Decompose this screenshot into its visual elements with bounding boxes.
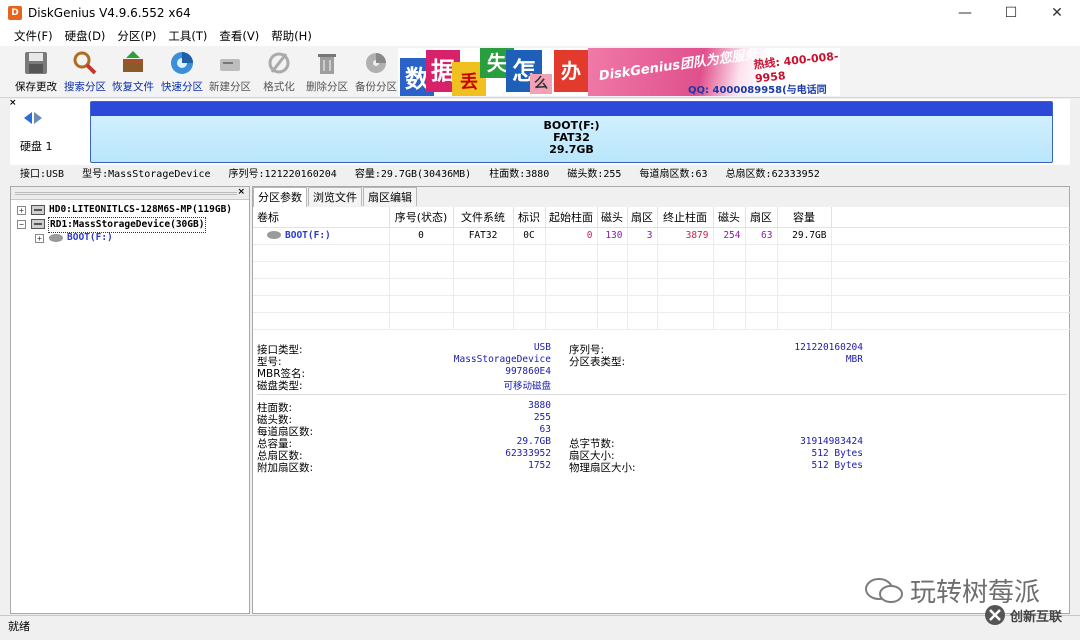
table-row [253, 244, 1071, 262]
toolbar-label: 新建分区 [209, 81, 251, 93]
delete-partition-button[interactable]: 删除分区 [304, 50, 350, 96]
close-button[interactable]: ✕ [1034, 0, 1080, 26]
close-icon[interactable]: × [237, 187, 245, 197]
banner-qq: QQ: 4000089958(与电话同号) [688, 85, 827, 96]
info-model: 型号:MassStorageDevice [82, 169, 211, 180]
toolbar-label: 快速分区 [161, 81, 203, 93]
app-window: D DiskGenius V4.9.6.552 x64 — ☐ ✕ 文件(F) … [0, 0, 1080, 640]
info-heads: 磁头数:255 [567, 169, 622, 180]
col-header[interactable]: 终止柱面 [657, 207, 714, 228]
format-button[interactable]: 格式化 [256, 50, 302, 96]
table-row [253, 295, 1071, 313]
partition-bar[interactable]: BOOT(F:) FAT32 29.7GB [90, 101, 1053, 163]
table-row [253, 312, 1071, 330]
tab-sector-edit[interactable]: 扇区编辑 [363, 187, 417, 206]
tree-item-rd1[interactable]: − RD1:MassStorageDevice(30GB) [11, 217, 249, 233]
col-header[interactable]: 磁头 [597, 207, 628, 228]
save-changes-button[interactable]: 保存更改 [13, 50, 59, 96]
close-icon[interactable]: × [9, 98, 17, 108]
col-header[interactable]: 标识 [513, 207, 546, 228]
watermark-logo: 创新互联 [984, 604, 1062, 626]
menu-bar: 文件(F) 硬盘(D) 分区(P) 工具(T) 查看(V) 帮助(H) [0, 26, 1080, 46]
toolbar-label: 搜索分区 [64, 81, 106, 93]
col-header[interactable]: 扇区 [745, 207, 778, 228]
new-partition-icon [220, 59, 240, 71]
toolbar-label: 备份分区 [355, 81, 397, 93]
tab-browse-files[interactable]: 浏览文件 [308, 187, 362, 206]
expand-icon[interactable]: + [35, 234, 44, 243]
partition-detail-panel: 分区参数 浏览文件 扇区编辑 卷标 序号(状态) 文件系统 标识 起始柱面 磁头… [252, 186, 1071, 614]
status-text: 就绪 [8, 620, 30, 633]
tree-item-boot[interactable]: + BOOT(F:) [11, 231, 249, 245]
banner-char: 办 [554, 50, 588, 92]
partition-icon [267, 231, 281, 239]
tree-item-hd0[interactable]: + HD0:LITEONITLCS-128M6S-MP(119GB) [11, 203, 249, 217]
info-total-sectors: 总扇区数:62333952 [725, 169, 820, 180]
status-bar: 就绪 [0, 615, 1080, 640]
save-icon [25, 52, 47, 74]
expand-icon[interactable]: + [17, 206, 26, 215]
table-header: 卷标 序号(状态) 文件系统 标识 起始柱面 磁头 扇区 终止柱面 磁头 扇区 … [253, 207, 1071, 228]
disk-tree-panel: × + HD0:LITEONITLCS-128M6S-MP(119GB) − R… [10, 186, 250, 614]
disk-nav [24, 112, 42, 124]
new-partition-button[interactable]: 新建分区 [207, 50, 253, 96]
maximize-button[interactable]: ☐ [988, 0, 1034, 26]
quick-partition-icon [171, 52, 193, 74]
window-title: DiskGenius V4.9.6.552 x64 [28, 6, 191, 20]
partition-table: 卷标 序号(状态) 文件系统 标识 起始柱面 磁头 扇区 终止柱面 磁头 扇区 … [253, 207, 1071, 330]
banner-char: 么 [530, 74, 552, 94]
col-header[interactable]: 序号(状态) [389, 207, 454, 228]
col-header[interactable]: 扇区 [627, 207, 658, 228]
disk-info-line: 接口:USB 型号:MassStorageDevice 序列号:12122016… [0, 166, 1080, 184]
col-header[interactable]: 文件系统 [453, 207, 514, 228]
col-header[interactable]: 卷标 [253, 207, 390, 228]
quick-partition-button[interactable]: 快速分区 [159, 50, 205, 96]
recover-files-icon [123, 51, 143, 72]
app-icon: D [8, 6, 22, 20]
info-interface: 接口:USB [20, 169, 65, 180]
menu-file[interactable]: 文件(F) [8, 28, 59, 44]
search-partition-button[interactable]: 搜索分区 [62, 50, 108, 96]
partition-icon [49, 234, 63, 242]
ad-banner[interactable]: 数 据 丢 失 怎 么 办 DiskGenius团队为您服务 热线: 400-0… [398, 48, 840, 96]
info-sectors-per-track: 每道扇区数:63 [639, 169, 708, 180]
backup-partition-icon [366, 53, 386, 73]
menu-view[interactable]: 查看(V) [213, 28, 265, 44]
menu-partition[interactable]: 分区(P) [111, 28, 162, 44]
toolbar-label: 删除分区 [306, 81, 348, 93]
table-row[interactable]: BOOT(F:) 0 FAT32 0C 0 130 3 3879 254 63 … [253, 227, 1071, 245]
table-row [253, 261, 1071, 279]
tab-strip: 分区参数 浏览文件 扇区编辑 [253, 187, 1069, 207]
info-cylinders: 柱面数:3880 [489, 169, 550, 180]
prev-disk-icon[interactable] [24, 112, 32, 124]
tab-partition-params[interactable]: 分区参数 [253, 187, 307, 207]
search-partition-icon [73, 51, 97, 75]
col-header[interactable]: 容量 [777, 207, 832, 228]
hard-disk-icon [31, 219, 45, 229]
recover-files-button[interactable]: 恢复文件 [110, 50, 156, 96]
menu-help[interactable]: 帮助(H) [265, 28, 318, 44]
table-row [253, 278, 1071, 296]
partition-size: 29.7GB [549, 143, 594, 156]
menu-tools[interactable]: 工具(T) [162, 28, 213, 44]
col-header[interactable]: 起始柱面 [545, 207, 598, 228]
menu-disk[interactable]: 硬盘(D) [59, 28, 112, 44]
logo-icon [985, 605, 1005, 625]
backup-partition-button[interactable]: 备份分区 [353, 50, 399, 96]
delete-partition-icon [318, 54, 336, 74]
wechat-icon [865, 577, 903, 603]
info-capacity: 容量:29.7GB(30436MB) [354, 169, 472, 180]
collapse-icon[interactable]: − [17, 220, 26, 229]
hard-disk-icon [31, 205, 45, 215]
disk-label: 硬盘 1 [20, 140, 53, 153]
toolbar-label: 格式化 [263, 81, 295, 93]
toolbar-label: 恢复文件 [112, 81, 154, 93]
info-serial: 序列号:121220160204 [228, 169, 337, 180]
col-header[interactable]: 磁头 [713, 207, 746, 228]
toolbar-label: 保存更改 [15, 81, 57, 93]
format-icon [268, 52, 290, 74]
next-disk-icon[interactable] [34, 112, 42, 124]
minimize-button[interactable]: — [942, 0, 988, 26]
title-bar: D DiskGenius V4.9.6.552 x64 — ☐ ✕ [0, 0, 1080, 26]
